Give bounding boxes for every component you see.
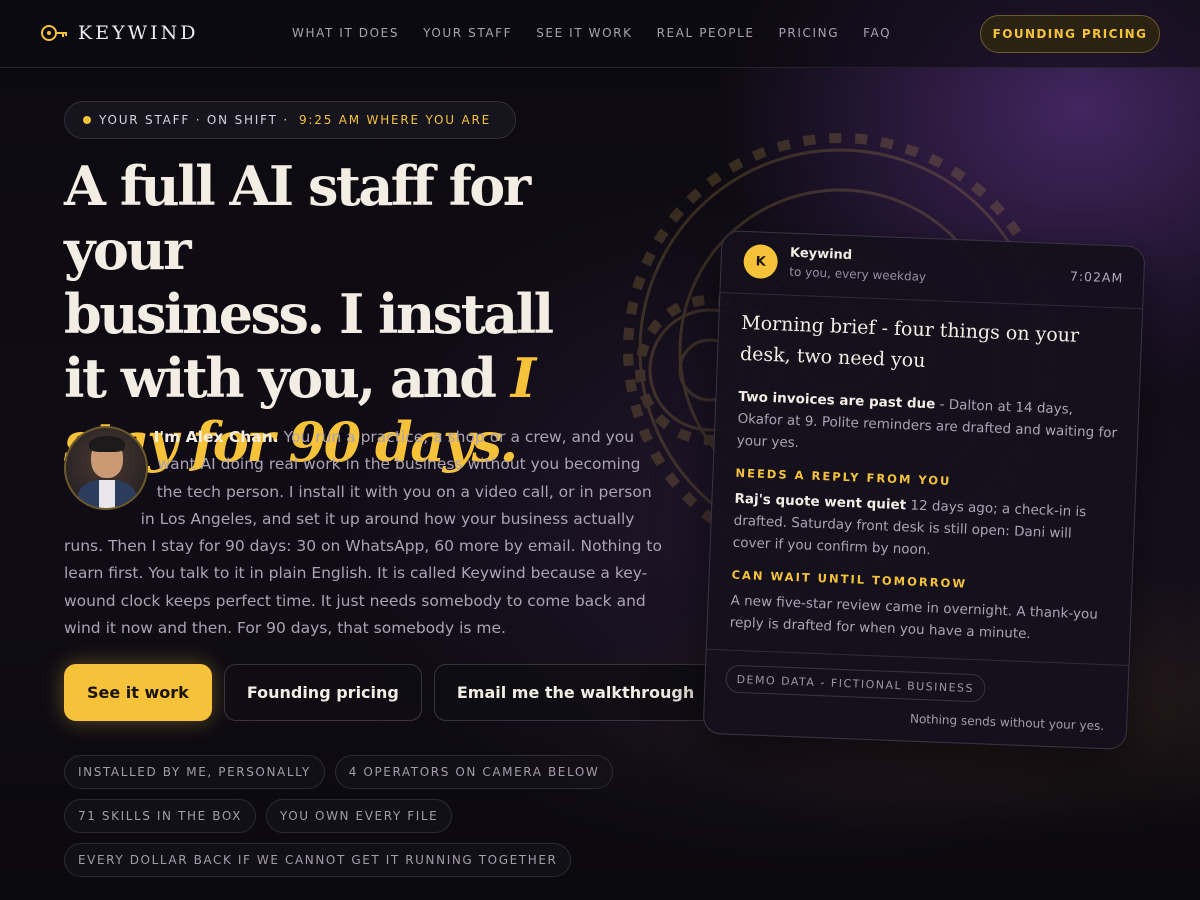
email-walkthrough-button[interactable]: Email me the walkthrough xyxy=(433,664,718,721)
card-body: Morning brief - four things on your desk… xyxy=(707,293,1142,649)
intro-text: You run a practice, a shop or a crew, an… xyxy=(64,428,662,638)
brand-logo[interactable]: KEYWIND xyxy=(40,22,199,44)
tag-installed-personally: INSTALLED BY ME, PERSONALLY xyxy=(64,755,325,789)
tag-operators-on-camera: 4 OPERATORS ON CAMERA BELOW xyxy=(334,755,614,789)
headline-line-1: A full AI staff for your xyxy=(64,154,531,282)
nav-link-real-people[interactable]: REAL PEOPLE xyxy=(657,26,755,40)
founder-avatar xyxy=(64,426,148,510)
tag-money-back: EVERY DOLLAR BACK IF WE CANNOT GET IT RU… xyxy=(64,843,572,877)
intro-paragraph: I'm Alex Chan. You run a practice, a sho… xyxy=(64,424,664,642)
founding-pricing-nav-button[interactable]: FOUNDING PRICING xyxy=(980,15,1160,53)
status-text: YOUR STAFF · ON SHIFT · xyxy=(99,113,289,127)
headline-line-2: business. I install xyxy=(64,282,554,346)
nav-link-faq[interactable]: FAQ xyxy=(863,26,891,40)
intro-name: I'm Alex Chan. xyxy=(153,428,279,446)
sender-subtitle: to you, every weekday xyxy=(789,264,927,284)
tag-skills-count: 71 SKILLS IN THE BOX xyxy=(64,799,256,833)
sender-avatar: K xyxy=(743,243,779,280)
nav-link-see-it-work[interactable]: SEE IT WORK xyxy=(536,26,632,40)
headline-accent-inline: I xyxy=(510,346,536,410)
brand-name: KEYWIND xyxy=(78,22,199,44)
card-footnote: Nothing sends without your yes. xyxy=(909,711,1105,734)
nav-link-what-it-does[interactable]: WHAT IT DOES xyxy=(292,26,399,40)
sender-name: Keywind xyxy=(789,245,853,264)
nav-links: WHAT IT DOES YOUR STAFF SEE IT WORK REAL… xyxy=(292,26,891,40)
founding-pricing-button[interactable]: Founding pricing xyxy=(223,664,422,721)
brief-item-quote-bold: Raj's quote went quiet xyxy=(734,490,907,514)
brief-item-quote: Raj's quote went quiet 12 days ago; a ch… xyxy=(732,488,1114,569)
nav-link-pricing[interactable]: PRICING xyxy=(779,26,840,40)
status-local-time: 9:25 AM WHERE YOU ARE xyxy=(299,113,491,127)
brief-item-invoices: Two invoices are past due - Dalton at 14… xyxy=(736,386,1118,467)
nav-link-your-staff[interactable]: YOUR STAFF xyxy=(423,26,512,40)
trust-tags: INSTALLED BY ME, PERSONALLY 4 OPERATORS … xyxy=(64,755,664,887)
headline-line-3: it with you, and xyxy=(64,346,497,410)
key-icon xyxy=(41,25,67,41)
morning-brief-card: K Keywind to you, every weekday 7:02AM M… xyxy=(702,230,1146,750)
brief-item-invoices-bold: Two invoices are past due xyxy=(738,388,936,413)
tag-own-every-file: YOU OWN EVERY FILE xyxy=(265,799,453,833)
demo-data-badge: DEMO DATA - FICTIONAL BUSINESS xyxy=(725,664,986,703)
brief-title: Morning brief - four things on your desk… xyxy=(739,311,1080,372)
top-navigation: KEYWIND WHAT IT DOES YOUR STAFF SEE IT W… xyxy=(0,0,1200,68)
status-pill: YOUR STAFF · ON SHIFT · 9:25 AM WHERE YO… xyxy=(64,101,516,139)
see-it-work-button[interactable]: See it work xyxy=(64,664,212,721)
hero-actions: See it work Founding pricing Email me th… xyxy=(64,664,718,721)
status-dot-icon xyxy=(83,116,91,124)
message-time: 7:02AM xyxy=(1069,268,1124,286)
brief-item-review: A new five-star review came in overnight… xyxy=(729,592,1099,643)
card-footer: DEMO DATA - FICTIONAL BUSINESS Nothing s… xyxy=(703,648,1129,749)
